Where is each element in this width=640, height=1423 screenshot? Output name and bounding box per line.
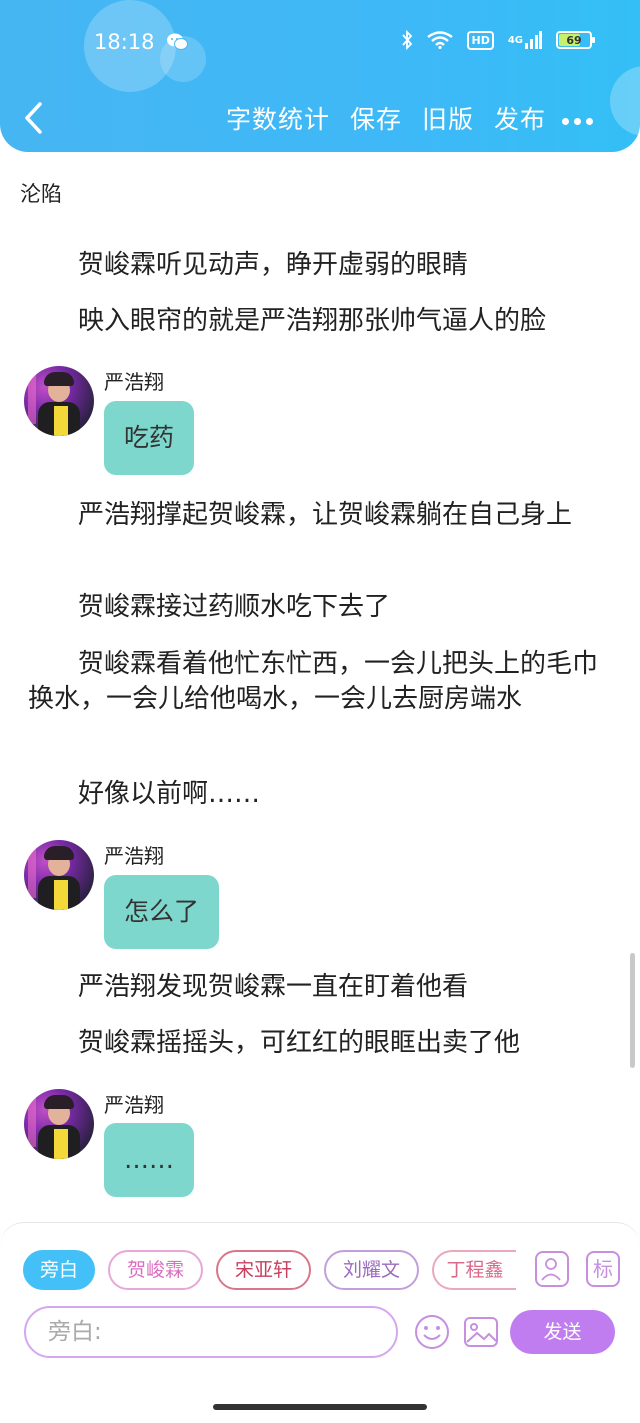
narration-paragraph[interactable]: 贺峻霖看着他忙东忙西，一会儿把头上的毛巾换水，一会儿给他喝水，一会儿去厨房端水: [28, 647, 602, 717]
toolbar: 字数统计 保存 旧版 发布: [226, 100, 546, 136]
message-bubble[interactable]: 吃药: [104, 401, 195, 475]
signal-icon: [525, 31, 542, 49]
narration-paragraph[interactable]: 映入眼帘的就是严浩翔那张帅气逼人的脸: [28, 304, 602, 339]
narration-paragraph[interactable]: 贺峻霖听见动声，睁开虚弱的眼睛: [28, 248, 602, 283]
character-settings-icon[interactable]: [535, 1251, 569, 1287]
speaker-name: 严浩翔: [104, 1093, 164, 1117]
avatar: [24, 840, 94, 910]
narration-paragraph[interactable]: 贺峻霖接过药顺水吃下去了: [28, 590, 602, 625]
image-icon[interactable]: [463, 1314, 499, 1350]
avatar: [24, 366, 94, 436]
role-tag-song-yaxuan[interactable]: 宋亚轩: [216, 1250, 311, 1290]
wechat-icon: [167, 33, 188, 50]
more-options-icon[interactable]: [562, 110, 598, 125]
message-bubble[interactable]: 怎么了: [104, 875, 220, 949]
message-bubble[interactable]: ……: [104, 1123, 194, 1197]
speaker-name: 严浩翔: [104, 370, 164, 394]
home-indicator[interactable]: [213, 1404, 427, 1410]
bluetooth-icon: [402, 30, 413, 50]
status-icons: HD 4G 69: [401, 30, 595, 50]
wifi-icon: [427, 31, 454, 49]
decor-bubble: [610, 66, 640, 136]
save-button[interactable]: 保存: [350, 100, 402, 136]
role-tag-he-junlin[interactable]: 贺峻霖: [108, 1250, 203, 1290]
old-version-button[interactable]: 旧版: [422, 100, 474, 136]
battery-icon: 69: [556, 31, 595, 49]
mark-button[interactable]: 标: [586, 1251, 620, 1287]
word-count-button[interactable]: 字数统计: [226, 100, 330, 136]
narration-paragraph[interactable]: 严浩翔撑起贺峻霖，让贺峻霖躺在自己身上: [28, 498, 602, 533]
back-arrow-icon[interactable]: [22, 100, 46, 136]
speaker-name: 严浩翔: [104, 844, 164, 868]
scrollbar[interactable]: [630, 953, 635, 1068]
send-button[interactable]: 发送: [510, 1310, 615, 1354]
battery-level: 69: [566, 33, 582, 47]
avatar: [24, 1089, 94, 1159]
message-input[interactable]: 旁白:: [24, 1306, 398, 1358]
role-tag-liu-yaowen[interactable]: 刘耀文: [324, 1250, 419, 1290]
role-tag-ding-chengxin[interactable]: 丁程鑫: [432, 1250, 516, 1290]
chapter-title: 沦陷: [20, 182, 62, 206]
signal-indicator: 4G: [508, 31, 542, 49]
narration-paragraph[interactable]: 好像以前啊……: [28, 777, 602, 812]
narration-paragraph[interactable]: 贺峻霖摇摇头，可红红的眼眶出卖了他: [28, 1026, 602, 1061]
narration-paragraph[interactable]: 严浩翔发现贺峻霖一直在盯着他看: [28, 970, 602, 1005]
publish-button[interactable]: 发布: [494, 100, 546, 136]
emoji-icon[interactable]: [414, 1314, 450, 1350]
network-type: 4G: [507, 34, 523, 46]
hd-icon: HD: [467, 30, 494, 50]
status-time: 18:18: [94, 30, 155, 54]
role-tag-narrator[interactable]: 旁白: [23, 1250, 95, 1290]
